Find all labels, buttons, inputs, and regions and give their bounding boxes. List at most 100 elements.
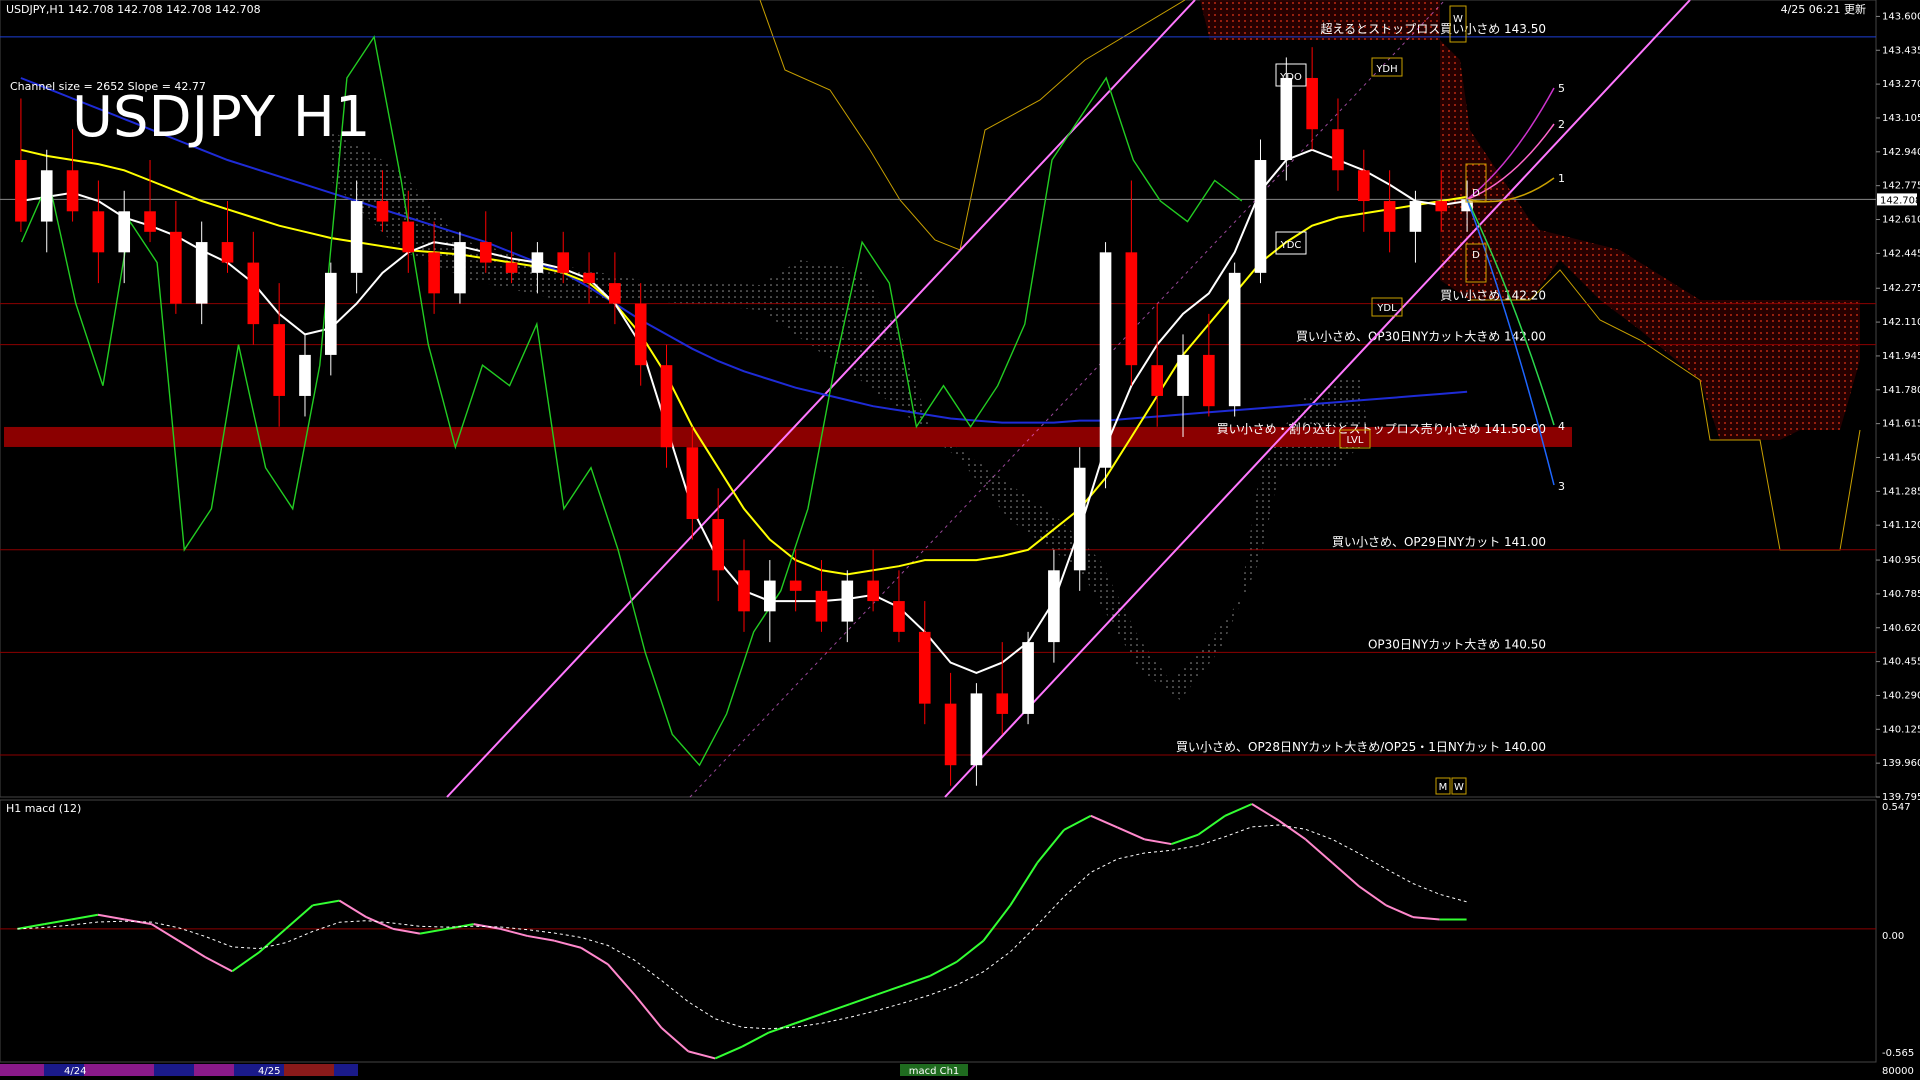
candle-body-7 [195,242,208,304]
macd-segment-9 [231,951,260,973]
projection-number-5: 5 [1558,82,1565,95]
kumo-red-area [760,0,1860,440]
price-label-12: 141.615 [1882,419,1920,430]
candle-body-9 [247,262,260,325]
price-label-13: 141.450 [1882,452,1920,463]
price-label-10: 141.945 [1882,351,1920,362]
macd-segment-25 [660,1027,689,1053]
candle-body-14 [376,201,389,222]
projection-number-4: 4 [1558,420,1565,433]
price-label-18: 140.620 [1882,623,1920,634]
trend-channel [446,0,1691,798]
candle-body-19 [505,262,518,273]
candle-body-18 [479,242,492,263]
date-label-4-24: 4/24 [64,1066,86,1077]
level-label-2: 買い小さめ、OP30日NYカット大きめ 142.00 [1296,330,1546,344]
candle-body-0 [15,160,27,222]
candle-body-34 [893,601,905,632]
macd-segment-32 [849,993,877,1006]
candle-body-24 [634,303,647,366]
volume-label: 80000 [1882,1066,1914,1077]
macd-segment-42 [1117,826,1145,841]
ichimoku-cloud [330,0,1861,700]
macd-segment-31 [822,1003,850,1015]
macd-segment-39 [1036,829,1065,864]
price-label-3: 143.105 [1882,113,1920,124]
candle-body-36 [944,703,957,766]
macd-segment-30 [795,1012,823,1025]
macd-segment-38 [1009,862,1039,906]
chart-canvas[interactable]: 超えるとストップロス買い小さめ 143.50 買い小さめ 142.20 買い小さめ、… [0,0,1920,1080]
time-strip: 4/24 4/25 macd Ch1 80000 [0,1064,1914,1077]
candle-body-3 [92,211,105,253]
price-label-16: 140.950 [1882,555,1920,566]
macd-segment-34 [902,975,931,987]
candle-body-26 [686,447,699,520]
candle-body-11 [299,354,311,396]
price-label-19: 140.455 [1882,657,1920,668]
candle-body-27 [712,519,724,571]
macd-title: H1 macd (12) [6,802,81,815]
price-label-21: 140.125 [1882,724,1920,735]
candlesticks [15,47,1473,786]
level-label-4: 買い小さめ、OP29日NYカット 141.00 [1332,535,1546,549]
lvl-label: LVL [1347,435,1364,446]
candle-body-16 [428,252,440,294]
candle-body-2 [66,170,79,212]
macd-signal-line [17,824,1467,1030]
price-label-5: 142.775 [1882,181,1920,192]
candle-body-30 [789,580,802,591]
macd-panel-border [0,799,1877,1063]
symbol-info: USDJPY,H1 142.708 142.708 142.708 142.70… [6,3,261,16]
macd-segment-15 [392,927,421,935]
chart-title: USDJPY H1 [72,85,370,150]
m-bottom-label: M [1439,782,1448,793]
macd-segment-27 [714,1045,743,1060]
macd-segment-28 [741,1031,770,1048]
candle-body-15 [402,221,415,253]
macd-segment-45 [1197,814,1226,836]
macd-segment-33 [875,984,904,996]
candle-body-8 [221,242,234,263]
d-bottom-label: D [1472,250,1480,261]
price-label-4: 142.940 [1882,147,1920,158]
macd-segment-37 [982,904,1012,942]
level-label-5: OP30日NYカット大きめ 140.50 [1368,637,1546,651]
price-label-22: 139.960 [1882,758,1920,769]
price-label-8: 142.275 [1882,283,1920,294]
macd-segment-2 [44,918,72,926]
macd-segment-13 [338,899,367,918]
ydo-label: YDO [1279,72,1302,83]
price-label-1: 143.435 [1882,45,1920,56]
candle-body-44 [1151,365,1164,396]
macd-segment-41 [1090,814,1119,829]
price-label-0: 143.600 [1882,11,1920,22]
candle-body-45 [1177,354,1189,396]
macd-axis-zero: 0.00 [1882,931,1904,942]
candle-body-37 [970,693,983,766]
candle-body-50 [1306,77,1318,130]
macd-segment-20 [527,934,555,942]
candle-body-12 [324,272,337,355]
macd-segment-4 [97,913,125,921]
price-label-15: 141.120 [1882,520,1920,531]
candle-body-49 [1280,77,1293,161]
candle-body-52 [1357,170,1370,202]
candle-body-33 [867,580,879,602]
candle-body-29 [764,580,776,612]
candle-body-47 [1228,272,1241,407]
macd-segment-7 [177,939,206,959]
candle-body-54 [1409,201,1422,232]
macd-ch1-label: macd Ch1 [909,1066,960,1077]
candle-body-31 [815,590,828,622]
d-top-label: D [1472,188,1480,199]
macd-axis-bottom: -0.565 [1882,1048,1914,1059]
macd-segment-47 [1251,803,1280,822]
macd-segment-8 [204,956,233,973]
price-label-9: 142.110 [1882,317,1920,328]
candle-body-51 [1332,129,1344,171]
candle-body-48 [1254,160,1267,273]
macd-segment-52 [1385,904,1414,919]
candle-body-32 [841,580,854,622]
candle-body-6 [170,231,182,304]
